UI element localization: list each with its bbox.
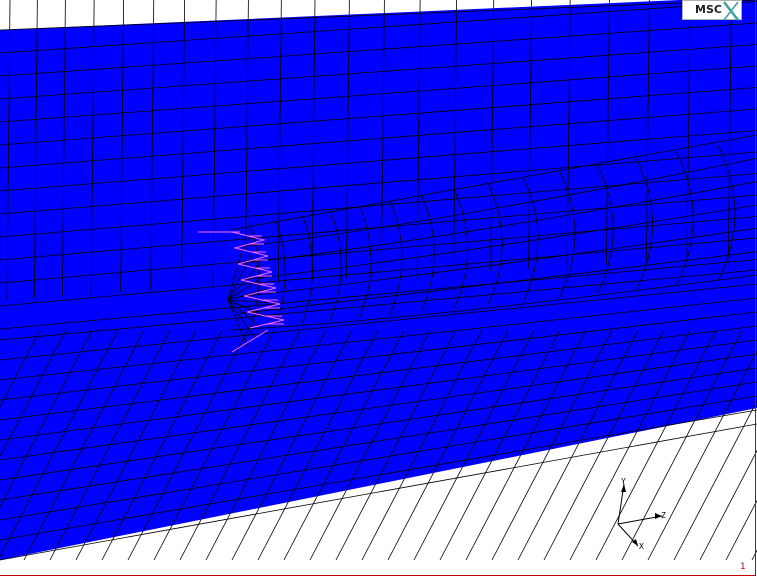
triad-x-label: X [639, 542, 644, 551]
msc-logo-text: MSC [695, 3, 722, 16]
triad-y-label: Y [621, 477, 626, 486]
msc-x-icon [723, 1, 739, 21]
msc-logo: MSC [682, 0, 742, 21]
fe-mesh-model[interactable]: Y Z X [0, 0, 757, 577]
graphics-viewport[interactable]: Y Z X MSC 1 [0, 0, 757, 577]
triad-z-label: Z [661, 511, 666, 520]
viewport-number: 1 [740, 562, 746, 572]
